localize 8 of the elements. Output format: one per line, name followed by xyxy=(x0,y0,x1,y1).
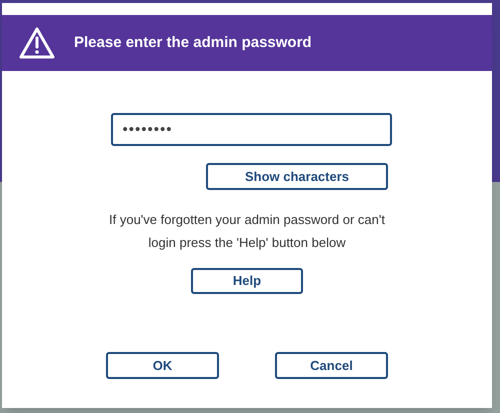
cancel-button[interactable]: Cancel xyxy=(275,352,388,379)
help-button[interactable]: Help xyxy=(191,268,303,294)
password-field[interactable]: •••••••• xyxy=(110,113,392,146)
dialog-title: Please enter the admin password xyxy=(74,32,312,53)
help-text: If you've forgotten your admin password or can't login press the 'Help' button below xyxy=(108,211,386,252)
ok-button[interactable]: OK xyxy=(106,352,219,379)
warning-icon xyxy=(18,26,56,60)
show-characters-button[interactable]: Show characters xyxy=(206,163,388,190)
